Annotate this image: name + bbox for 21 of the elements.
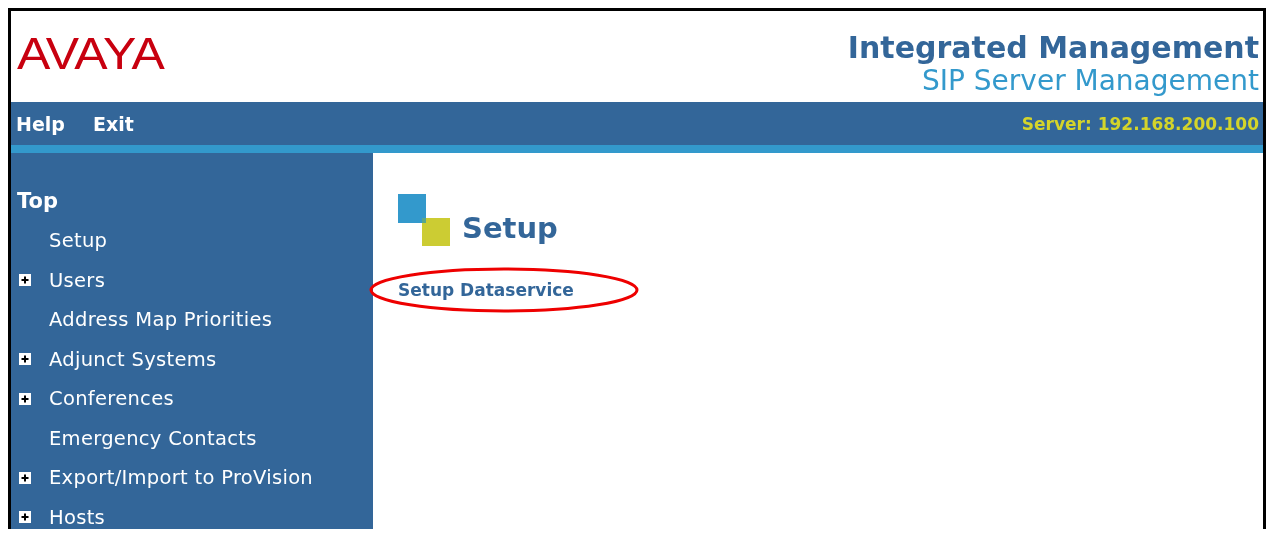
sidebar-item[interactable]: Conferences	[49, 387, 174, 411]
expand-icon[interactable]	[19, 392, 31, 405]
expand-icon[interactable]	[19, 353, 31, 366]
sidebar-heading[interactable]: Top	[17, 189, 373, 221]
menu-link[interactable]: Exit	[92, 112, 134, 135]
menu-link[interactable]: Help	[16, 112, 65, 135]
sidebar-item[interactable]: Emergency Contacts	[49, 426, 257, 450]
sidebar-item[interactable]: Export/Import to ProVision	[49, 466, 314, 490]
logo: AVAYA	[17, 27, 164, 82]
sidebar-item[interactable]: Users	[49, 268, 106, 292]
sidebar-item[interactable]: Address Map Priorities	[49, 308, 273, 332]
expand-icon[interactable]	[19, 471, 31, 484]
expand-icon[interactable]	[19, 274, 31, 287]
sidebar-item[interactable]: Adjunct Systems	[49, 347, 217, 371]
app-title: Integrated Management	[847, 31, 1259, 65]
expand-icon[interactable]	[19, 511, 31, 524]
page-heading: Setup	[462, 210, 558, 246]
sidebar-item[interactable]: Setup	[49, 229, 108, 253]
sidebar-item[interactable]: Hosts	[49, 505, 106, 529]
app-subtitle: SIP Server Management	[922, 65, 1259, 97]
server-address: Server: 192.168.200.100	[1021, 113, 1259, 134]
